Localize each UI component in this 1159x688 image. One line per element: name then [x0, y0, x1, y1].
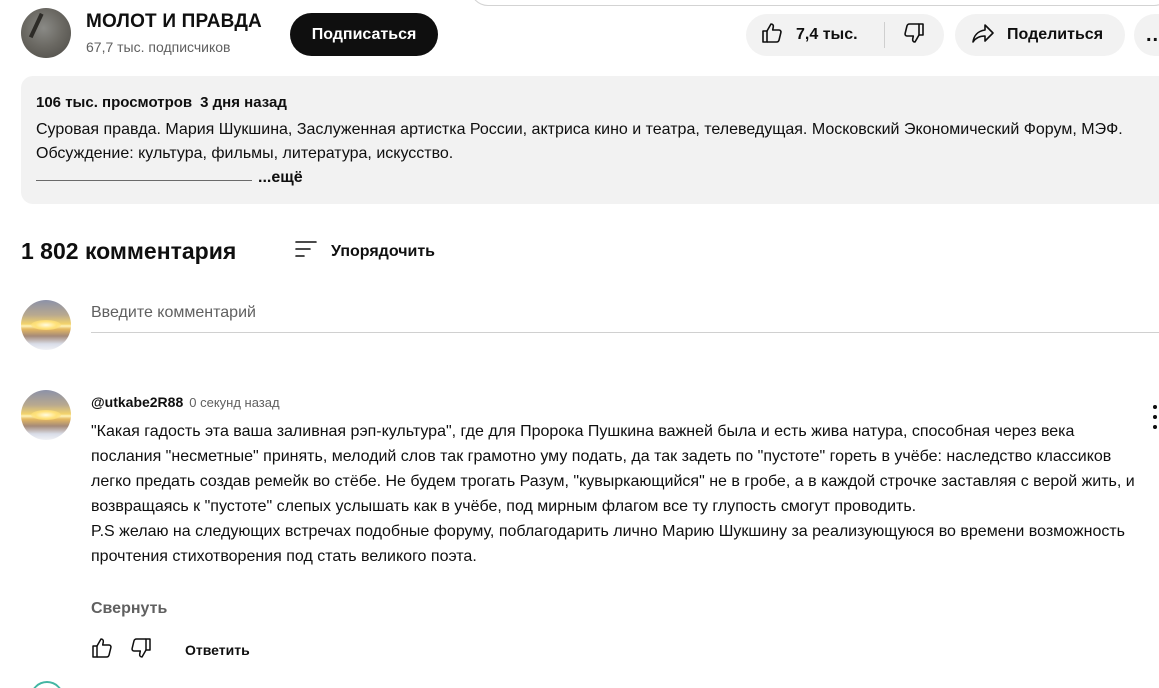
like-dislike-group: 7,4 тыс. — [746, 14, 944, 56]
search-bar-edge[interactable] — [470, 0, 1159, 6]
next-comment-avatar-edge — [22, 673, 72, 688]
description-box[interactable]: 106 тыс. просмотров 3 дня назад Суровая п… — [21, 76, 1159, 204]
comment-input[interactable]: Введите комментарий — [91, 302, 1159, 333]
channel-subscriber-count: 67,7 тыс. подписчиков — [86, 39, 231, 55]
description-more-row: ...ещё — [36, 169, 303, 187]
thumbs-up-icon — [90, 636, 114, 665]
collapse-comment-button[interactable]: Свернуть — [91, 600, 167, 618]
thumbs-down-icon — [902, 21, 926, 50]
comment-dislike-button[interactable] — [127, 636, 155, 664]
share-label: Поделиться — [1007, 26, 1104, 43]
description-meta: 106 тыс. просмотров 3 дня назад — [36, 94, 287, 111]
sort-icon — [293, 236, 319, 267]
comment-paragraph: "Какая гадость эта ваша заливная рэп-кул… — [91, 423, 1135, 515]
view-count: 106 тыс. просмотров — [36, 94, 193, 111]
comment-actions: Ответить — [88, 636, 250, 664]
subscribe-button[interactable]: Подписаться — [290, 13, 438, 56]
comment-like-button[interactable] — [88, 636, 116, 664]
channel-name[interactable]: МОЛОТ И ПРАВДА — [86, 11, 262, 33]
description-text: Суровая правда. Мария Шукшина, Заслуженн… — [36, 121, 1123, 162]
current-user-avatar — [21, 300, 71, 350]
comment-text: "Какая гадость эта ваша заливная рэп-кул… — [91, 419, 1136, 569]
like-count: 7,4 тыс. — [796, 26, 858, 43]
upload-date: 3 дня назад — [200, 94, 287, 111]
more-actions-button[interactable]: ... — [1134, 14, 1159, 56]
reply-button[interactable]: Ответить — [185, 642, 250, 658]
description-more-button[interactable]: ...ещё — [258, 169, 303, 187]
description-divider-line — [36, 179, 252, 181]
thumbs-down-icon — [129, 636, 153, 665]
comment-author[interactable]: @utkabe2R88 — [91, 394, 183, 410]
comment-paragraph: P.S желаю на следующих встречах подобные… — [91, 523, 1125, 565]
comment-author-avatar[interactable] — [21, 390, 71, 440]
kebab-menu-icon[interactable] — [1149, 405, 1159, 429]
channel-avatar[interactable] — [21, 8, 71, 58]
sort-comments-button[interactable]: Упорядочить — [293, 236, 435, 267]
comments-count: 1 802 комментария — [21, 238, 237, 264]
comment-header: @utkabe2R88 0 секунд назад — [91, 394, 280, 410]
sort-label: Упорядочить — [331, 242, 436, 260]
share-button[interactable]: Поделиться — [955, 14, 1125, 56]
share-arrow-icon — [971, 21, 995, 50]
like-button[interactable]: 7,4 тыс. — [746, 14, 872, 56]
video-page: МОЛОТ И ПРАВДА 67,7 тыс. подписчиков Под… — [0, 0, 1159, 688]
comment-timestamp[interactable]: 0 секунд назад — [189, 395, 279, 410]
thumbs-up-icon — [760, 21, 784, 50]
dislike-button[interactable] — [885, 14, 945, 56]
